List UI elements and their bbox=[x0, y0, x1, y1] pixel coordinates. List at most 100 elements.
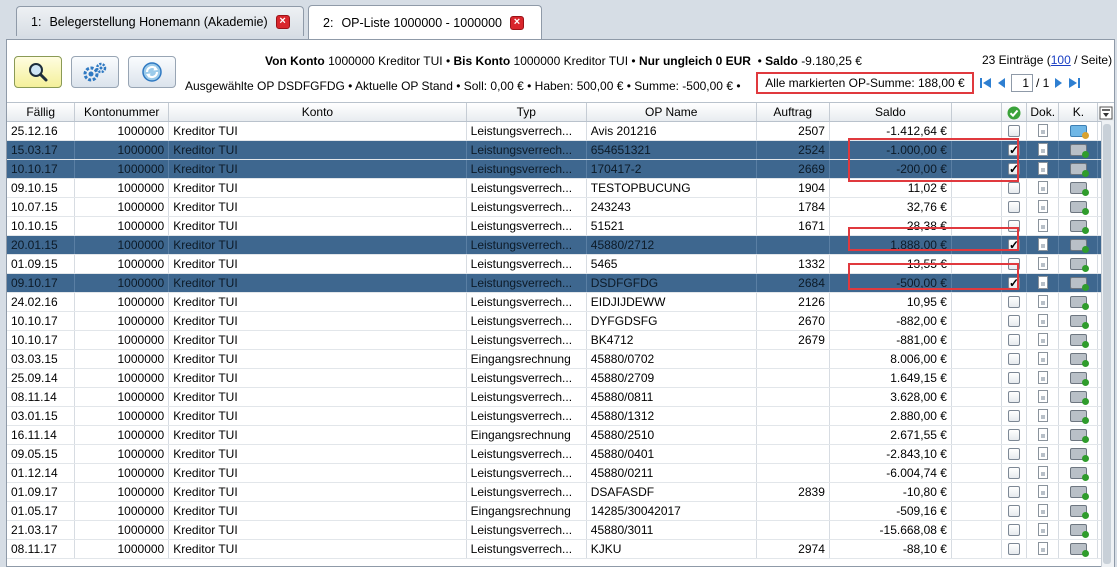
add-contact-icon[interactable] bbox=[1069, 485, 1089, 500]
add-contact-icon[interactable] bbox=[1069, 428, 1089, 443]
add-contact-icon[interactable] bbox=[1069, 257, 1089, 272]
row-checkbox[interactable] bbox=[1008, 428, 1021, 441]
table-row[interactable]: 01.09.15 1000000 Kreditor TUI Leistungsverr… bbox=[7, 255, 1114, 274]
row-checkbox[interactable] bbox=[1008, 466, 1021, 479]
row-checkbox[interactable] bbox=[1008, 523, 1021, 536]
add-contact-icon[interactable] bbox=[1069, 409, 1089, 424]
settings-button[interactable] bbox=[71, 56, 119, 88]
table-row[interactable]: 08.11.17 1000000 Kreditor TUI Leistungsverr… bbox=[7, 540, 1114, 559]
table-row[interactable]: 01.05.17 1000000 Kreditor TUI Eingangsrechn… bbox=[7, 502, 1114, 521]
table-row[interactable]: 10.10.17 1000000 Kreditor TUI Leistungsverr… bbox=[7, 160, 1114, 179]
column-header-auftrag[interactable]: Auftrag bbox=[757, 103, 830, 121]
add-contact-icon[interactable] bbox=[1069, 352, 1089, 367]
add-contact-icon[interactable] bbox=[1069, 523, 1089, 538]
document-icon[interactable] bbox=[1037, 314, 1048, 328]
per-page-link[interactable]: 100 bbox=[1051, 53, 1071, 67]
tab-belegerstellung[interactable]: 1: Belegerstellung Honemann (Akademie) × bbox=[16, 6, 304, 36]
document-icon[interactable] bbox=[1037, 485, 1048, 499]
add-contact-icon[interactable] bbox=[1069, 181, 1089, 196]
table-row[interactable]: 10.10.17 1000000 Kreditor TUI Leistungsverr… bbox=[7, 312, 1114, 331]
row-checkbox[interactable] bbox=[1008, 390, 1021, 403]
add-contact-icon[interactable] bbox=[1069, 295, 1089, 310]
green-check-icon[interactable] bbox=[1007, 106, 1021, 120]
document-icon[interactable] bbox=[1037, 200, 1048, 214]
document-icon[interactable] bbox=[1037, 238, 1048, 252]
table-row[interactable]: 16.11.14 1000000 Kreditor TUI Eingangsrechn… bbox=[7, 426, 1114, 445]
document-icon[interactable] bbox=[1037, 504, 1048, 518]
row-checkbox[interactable] bbox=[1008, 504, 1021, 517]
table-row[interactable]: 15.03.17 1000000 Kreditor TUI Leistungsverr… bbox=[7, 141, 1114, 160]
previous-page-icon[interactable] bbox=[995, 76, 1008, 90]
document-icon[interactable] bbox=[1037, 162, 1048, 176]
row-checkbox[interactable] bbox=[1008, 542, 1021, 555]
add-contact-icon[interactable] bbox=[1069, 238, 1089, 253]
document-icon[interactable] bbox=[1037, 124, 1048, 138]
add-contact-icon[interactable] bbox=[1069, 276, 1089, 291]
document-icon[interactable] bbox=[1037, 371, 1048, 385]
add-contact-icon[interactable] bbox=[1069, 542, 1089, 557]
note-icon[interactable] bbox=[1069, 124, 1089, 139]
add-contact-icon[interactable] bbox=[1069, 162, 1089, 177]
row-checkbox[interactable] bbox=[1008, 333, 1021, 346]
table-row[interactable]: 03.01.15 1000000 Kreditor TUI Leistungsverr… bbox=[7, 407, 1114, 426]
table-row[interactable]: 10.10.15 1000000 Kreditor TUI Leistungsverr… bbox=[7, 217, 1114, 236]
row-checkbox[interactable]: ✓ bbox=[1008, 162, 1021, 175]
first-page-icon[interactable] bbox=[979, 76, 992, 90]
scrollbar-thumb[interactable] bbox=[1103, 124, 1111, 564]
column-header-dok[interactable]: Dok. bbox=[1027, 103, 1060, 121]
table-row[interactable]: 25.09.14 1000000 Kreditor TUI Leistungsverr… bbox=[7, 369, 1114, 388]
row-checkbox[interactable] bbox=[1008, 124, 1021, 137]
table-row[interactable]: 25.12.16 1000000 Kreditor TUI Leistungsverr… bbox=[7, 122, 1114, 141]
column-header-op-name[interactable]: OP Name bbox=[587, 103, 757, 121]
table-row[interactable]: 21.03.17 1000000 Kreditor TUI Leistungsverr… bbox=[7, 521, 1114, 540]
add-contact-icon[interactable] bbox=[1069, 333, 1089, 348]
table-row[interactable]: 01.12.14 1000000 Kreditor TUI Leistungsverr… bbox=[7, 464, 1114, 483]
document-icon[interactable] bbox=[1037, 143, 1048, 157]
page-number-input[interactable]: 1 bbox=[1011, 74, 1033, 92]
row-checkbox[interactable] bbox=[1008, 181, 1021, 194]
row-checkbox[interactable] bbox=[1008, 409, 1021, 422]
column-header-konto[interactable]: Konto bbox=[169, 103, 467, 121]
column-header-k[interactable]: K. bbox=[1059, 103, 1099, 121]
add-contact-icon[interactable] bbox=[1069, 504, 1089, 519]
document-icon[interactable] bbox=[1037, 523, 1048, 537]
column-menu-button[interactable] bbox=[1098, 103, 1114, 121]
close-icon[interactable]: × bbox=[275, 14, 290, 29]
add-contact-icon[interactable] bbox=[1069, 200, 1089, 215]
document-icon[interactable] bbox=[1037, 428, 1048, 442]
add-contact-icon[interactable] bbox=[1069, 143, 1089, 158]
add-contact-icon[interactable] bbox=[1069, 314, 1089, 329]
row-checkbox[interactable] bbox=[1008, 257, 1021, 270]
table-row[interactable]: 10.10.17 1000000 Kreditor TUI Leistungsverr… bbox=[7, 331, 1114, 350]
add-contact-icon[interactable] bbox=[1069, 390, 1089, 405]
column-menu-icon[interactable] bbox=[1099, 106, 1113, 120]
document-icon[interactable] bbox=[1037, 257, 1048, 271]
add-contact-icon[interactable] bbox=[1069, 447, 1089, 462]
document-icon[interactable] bbox=[1037, 447, 1048, 461]
table-row[interactable]: 10.07.15 1000000 Kreditor TUI Leistungsverr… bbox=[7, 198, 1114, 217]
column-header-kontonummer[interactable]: Kontonummer bbox=[75, 103, 170, 121]
table-row[interactable]: 03.03.15 1000000 Kreditor TUI Eingangsrechn… bbox=[7, 350, 1114, 369]
document-icon[interactable] bbox=[1037, 333, 1048, 347]
row-checkbox[interactable] bbox=[1008, 447, 1021, 460]
close-icon[interactable]: × bbox=[509, 15, 524, 30]
row-checkbox[interactable]: ✓ bbox=[1008, 143, 1021, 156]
table-row[interactable]: 09.05.15 1000000 Kreditor TUI Leistungsverr… bbox=[7, 445, 1114, 464]
table-row[interactable]: 24.02.16 1000000 Kreditor TUI Leistungsverr… bbox=[7, 293, 1114, 312]
last-page-icon[interactable] bbox=[1068, 76, 1081, 90]
column-header-typ[interactable]: Typ bbox=[467, 103, 587, 121]
add-contact-icon[interactable] bbox=[1069, 219, 1089, 234]
row-checkbox[interactable] bbox=[1008, 371, 1021, 384]
table-row[interactable]: 01.09.17 1000000 Kreditor TUI Leistungsverr… bbox=[7, 483, 1114, 502]
add-contact-icon[interactable] bbox=[1069, 371, 1089, 386]
refresh-button[interactable] bbox=[128, 56, 176, 88]
column-header-check[interactable] bbox=[1002, 103, 1028, 121]
document-icon[interactable] bbox=[1037, 409, 1048, 423]
row-checkbox[interactable] bbox=[1008, 219, 1021, 232]
row-checkbox[interactable] bbox=[1008, 295, 1021, 308]
row-checkbox[interactable]: ✓ bbox=[1008, 276, 1021, 289]
search-button[interactable] bbox=[14, 56, 62, 88]
column-header-faellig[interactable]: Fällig bbox=[7, 103, 76, 121]
document-icon[interactable] bbox=[1037, 295, 1048, 309]
document-icon[interactable] bbox=[1037, 219, 1048, 233]
